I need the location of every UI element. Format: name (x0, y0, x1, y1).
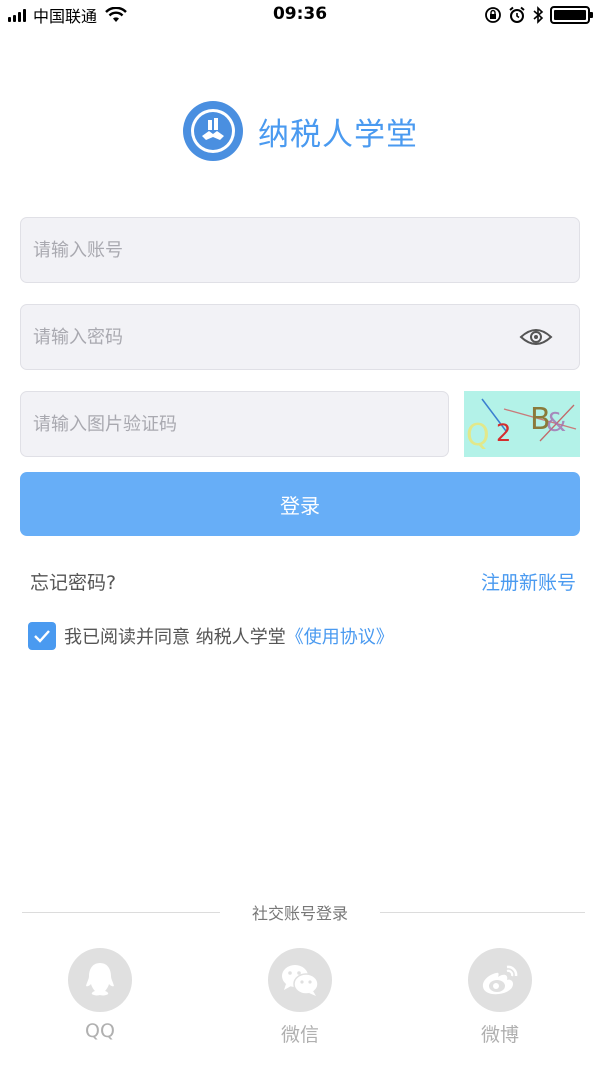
captcha-field[interactable] (20, 391, 449, 457)
check-icon (34, 630, 50, 643)
captcha-input[interactable] (21, 392, 448, 456)
register-link[interactable]: 注册新账号 (481, 568, 576, 595)
wechat-icon (282, 965, 319, 996)
app-emblem-icon (183, 101, 243, 161)
account-field[interactable] (20, 217, 580, 283)
weibo-label: 微博 (480, 1024, 519, 1046)
svg-text:Q: Q (466, 418, 490, 453)
weibo-login-button[interactable]: 微博 (440, 948, 560, 1047)
app-header: 纳税人学堂 (0, 100, 600, 162)
bluetooth-icon (533, 6, 544, 24)
captcha-graphic: Q 2 B & (466, 398, 577, 453)
agreement-row: 我已阅读并同意 纳税人学堂 《使用协议》 (28, 622, 394, 650)
divider-line (380, 912, 585, 913)
social-login-divider: 社交账号登录 (0, 900, 600, 924)
account-input[interactable] (21, 218, 579, 282)
svg-text:2: 2 (496, 419, 511, 447)
weibo-icon (482, 965, 518, 995)
forgot-password-link[interactable]: 忘记密码? (30, 568, 116, 595)
rotation-lock-icon (485, 7, 501, 23)
eye-icon[interactable] (519, 325, 553, 349)
login-button[interactable]: 登录 (20, 472, 580, 536)
password-field[interactable] (20, 304, 580, 370)
password-input[interactable] (21, 305, 579, 369)
agreement-text: 我已阅读并同意 纳税人学堂 (64, 627, 286, 648)
qq-label: QQ (85, 1020, 115, 1042)
captcha-image[interactable]: Q 2 B & (464, 391, 580, 457)
terms-link[interactable]: 《使用协议》 (286, 623, 394, 649)
qq-icon (86, 963, 114, 996)
alarm-icon (509, 6, 525, 23)
qq-login-button[interactable]: QQ (40, 948, 160, 1042)
wechat-label: 微信 (280, 1024, 319, 1046)
agreement-checkbox[interactable] (28, 622, 56, 650)
battery-icon (550, 6, 593, 24)
svg-text:&: & (546, 408, 566, 438)
wechat-login-button[interactable]: 微信 (240, 948, 360, 1047)
status-bar: 中国联通 09:36 (0, 0, 600, 30)
app-title: 纳税人学堂 (258, 116, 418, 153)
